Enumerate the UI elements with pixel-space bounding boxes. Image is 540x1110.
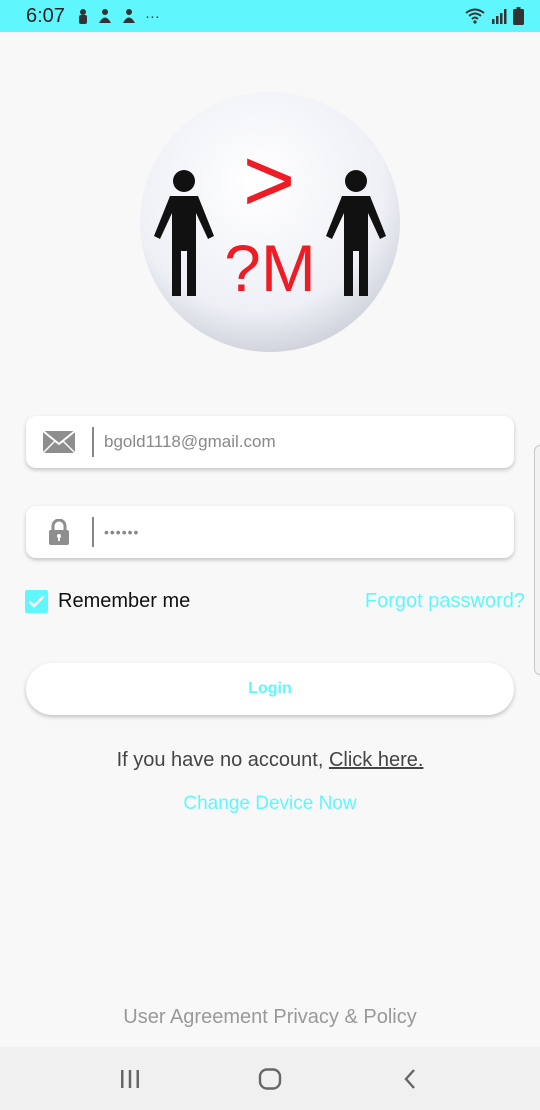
notification-app-icon (98, 9, 111, 23)
remember-row: Remember me Forgot password? (25, 587, 525, 615)
no-account-prefix: If you have no account, (116, 749, 329, 771)
system-icons (465, 7, 524, 25)
navigation-bar (0, 1047, 540, 1110)
change-device-link[interactable]: Change Device Now (0, 793, 540, 815)
recent-apps-button[interactable] (110, 1059, 150, 1099)
status-time: 6:07 (26, 4, 65, 27)
back-button[interactable] (390, 1059, 430, 1099)
remember-checkbox[interactable] (25, 589, 48, 613)
battery-icon (513, 7, 524, 25)
no-account-text: If you have no account, Click here. (0, 749, 540, 772)
back-icon (404, 1068, 415, 1089)
field-separator (92, 427, 94, 457)
notification-app-icon-2 (122, 9, 135, 23)
field-separator (92, 517, 94, 547)
logo-symbol-top: > (243, 131, 296, 231)
signal-icon (492, 9, 507, 24)
logo-symbol-bottom: ?M (224, 231, 316, 305)
home-icon (258, 1067, 282, 1090)
recent-apps-icon (121, 1069, 139, 1088)
user-agreement-link[interactable]: User Agreement Privacy & Policy (0, 1006, 540, 1029)
register-link[interactable]: Click here. (329, 749, 423, 771)
password-input[interactable] (104, 524, 484, 540)
envelope-icon (26, 416, 92, 468)
more-notifications-icon: ··· (144, 7, 160, 25)
email-field[interactable] (26, 416, 514, 468)
home-button[interactable] (250, 1059, 290, 1099)
remember-label: Remember me (58, 589, 191, 612)
email-input[interactable] (104, 432, 484, 452)
notification-person-icon (78, 9, 87, 24)
app-logo: > ?M (139, 91, 401, 353)
status-bar: 6:07 ··· (0, 0, 540, 32)
forgot-password-link[interactable]: Forgot password? (365, 590, 525, 613)
login-button[interactable]: Login (26, 663, 514, 715)
password-field[interactable] (26, 506, 514, 558)
edge-panel-handle[interactable] (534, 445, 540, 675)
lock-icon (26, 506, 92, 558)
wifi-icon (465, 8, 485, 24)
checkmark-icon (28, 595, 45, 608)
notification-icons: ··· (77, 8, 160, 25)
